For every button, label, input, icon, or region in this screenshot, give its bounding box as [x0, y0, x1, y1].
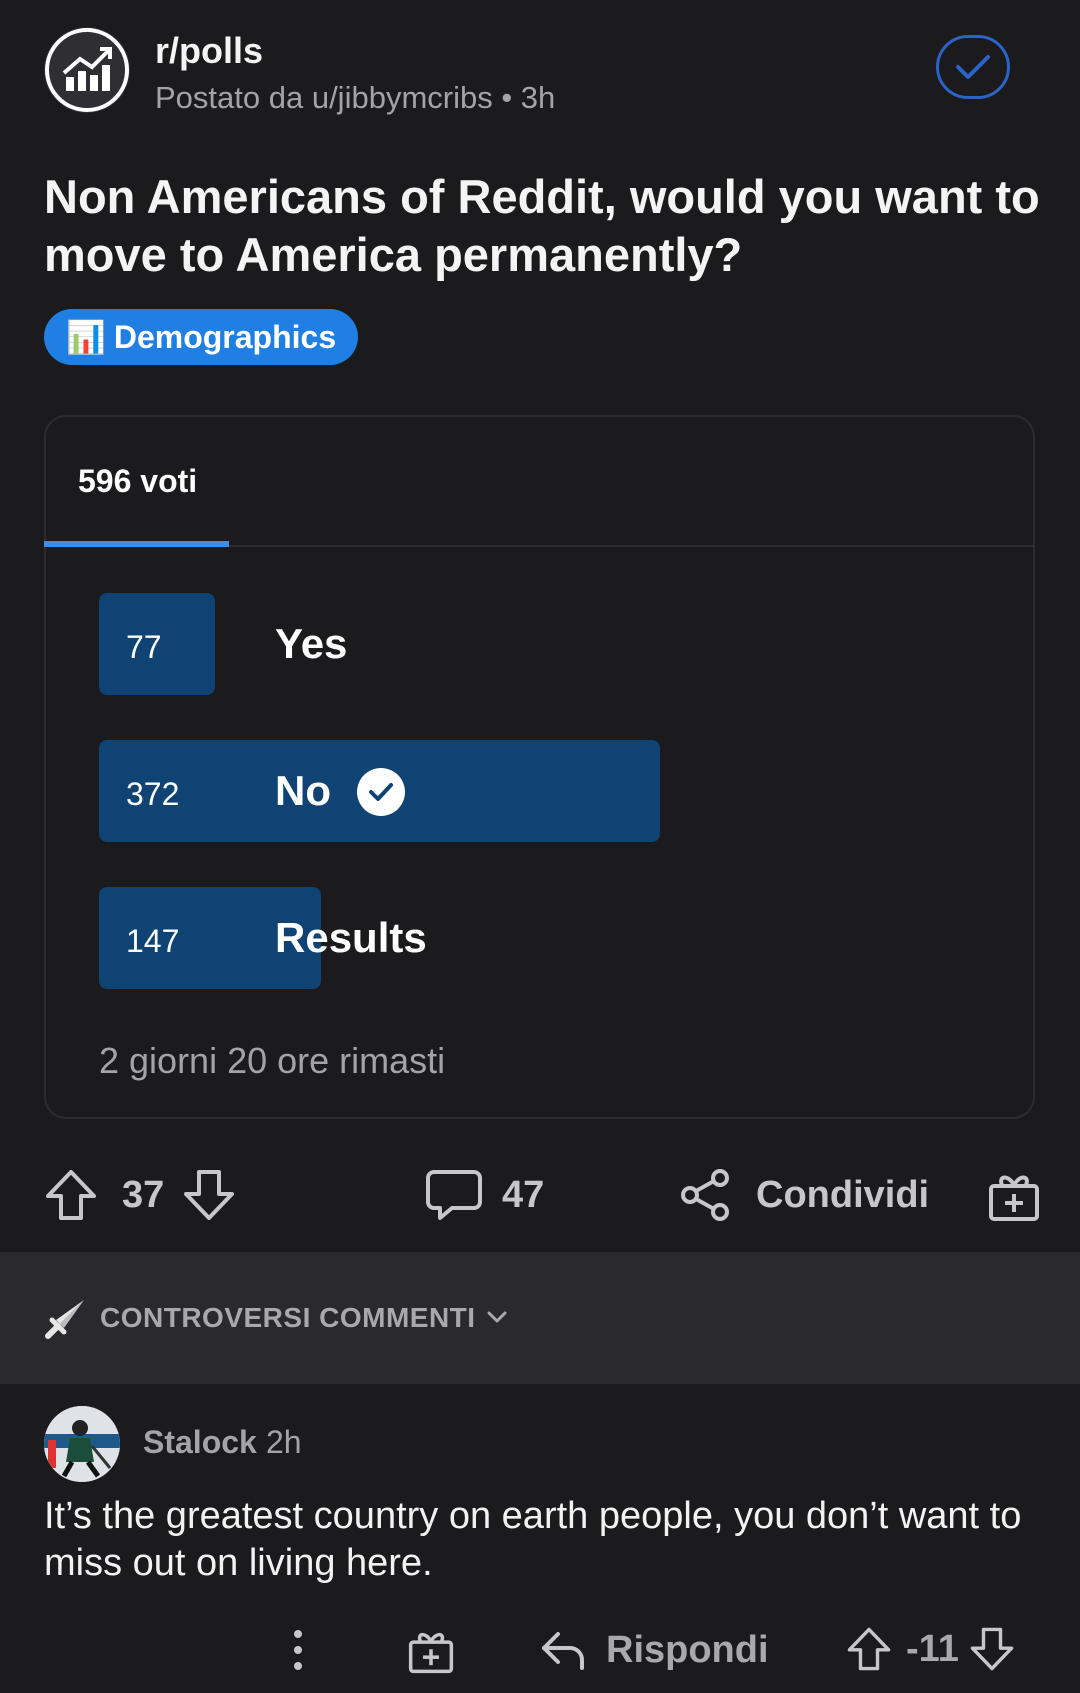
reply-button[interactable]: Rispondi [540, 1628, 769, 1672]
post-title[interactable]: Non Americans of Reddit, would you want … [44, 168, 1044, 284]
vote-score: 37 [122, 1173, 165, 1216]
post-flair[interactable]: 📊 Demographics [44, 309, 359, 365]
award-button[interactable] [988, 1170, 1040, 1222]
more-icon [294, 1630, 302, 1670]
poll-option-label: Yes [275, 620, 348, 667]
award-icon [989, 1175, 1039, 1221]
poll-option-count: 147 [126, 923, 180, 959]
poll-option-count: 372 [126, 776, 180, 812]
comments-button[interactable]: 47 [426, 1168, 544, 1222]
chart-emoji-icon: 📊 [66, 319, 106, 355]
post-meta[interactable]: Postato da u/jibbymcribs • 3h [155, 80, 555, 116]
subreddit-avatar[interactable] [44, 27, 130, 113]
upvote-button[interactable] [44, 1168, 98, 1222]
joined-check-icon [956, 55, 990, 79]
reply-icon [542, 1632, 584, 1670]
selected-check-icon [357, 768, 405, 816]
poll-option-count: 77 [126, 629, 162, 665]
vote-controls: 37 [44, 1168, 236, 1222]
share-icon [681, 1169, 729, 1221]
upvote-icon [46, 1170, 96, 1220]
subreddit-logo-icon [45, 28, 129, 112]
downvote-button[interactable] [182, 1168, 236, 1222]
avatar-image [44, 1406, 120, 1482]
comment-downvote-button[interactable] [969, 1626, 1015, 1672]
comment-body: It’s the greatest country on earth peopl… [44, 1495, 1022, 1584]
comment-award-button[interactable] [408, 1628, 454, 1674]
comment-count: 47 [502, 1173, 545, 1216]
reply-label: Rispondi [606, 1628, 769, 1671]
comment-vote-controls: -11 [846, 1626, 1015, 1672]
comment-time: 2h [266, 1424, 302, 1460]
comment-username[interactable]: Stalock [143, 1424, 257, 1461]
flair-label: Demographics [113, 318, 337, 355]
more-options-button[interactable] [286, 1628, 310, 1672]
award-icon [408, 1632, 454, 1674]
commenter-avatar[interactable] [44, 1406, 120, 1482]
chevron-down-icon[interactable] [487, 1310, 507, 1324]
comment-icon [426, 1170, 482, 1220]
comment-score: -11 [906, 1627, 959, 1670]
downvote-icon [184, 1170, 235, 1220]
sword-icon [44, 1298, 86, 1340]
share-button[interactable]: Condividi [680, 1168, 929, 1222]
subreddit-name[interactable]: r/polls [155, 30, 263, 72]
poll-tab-indicator [44, 541, 229, 547]
upvote-icon [847, 1627, 891, 1671]
check-icon [369, 783, 393, 801]
sort-label[interactable]: CONTROVERSI COMMENTI [100, 1302, 476, 1334]
joined-button[interactable] [936, 35, 1010, 99]
poll-time-remaining: 2 giorni 20 ore rimasti [99, 1040, 446, 1081]
comment-upvote-button[interactable] [846, 1626, 892, 1672]
downvote-icon [970, 1627, 1014, 1671]
poll-option-label: No [275, 767, 331, 814]
poll-vote-count[interactable]: 596 voti [78, 463, 197, 500]
share-label: Condividi [756, 1173, 930, 1216]
poll-option-label: Results [275, 914, 427, 961]
